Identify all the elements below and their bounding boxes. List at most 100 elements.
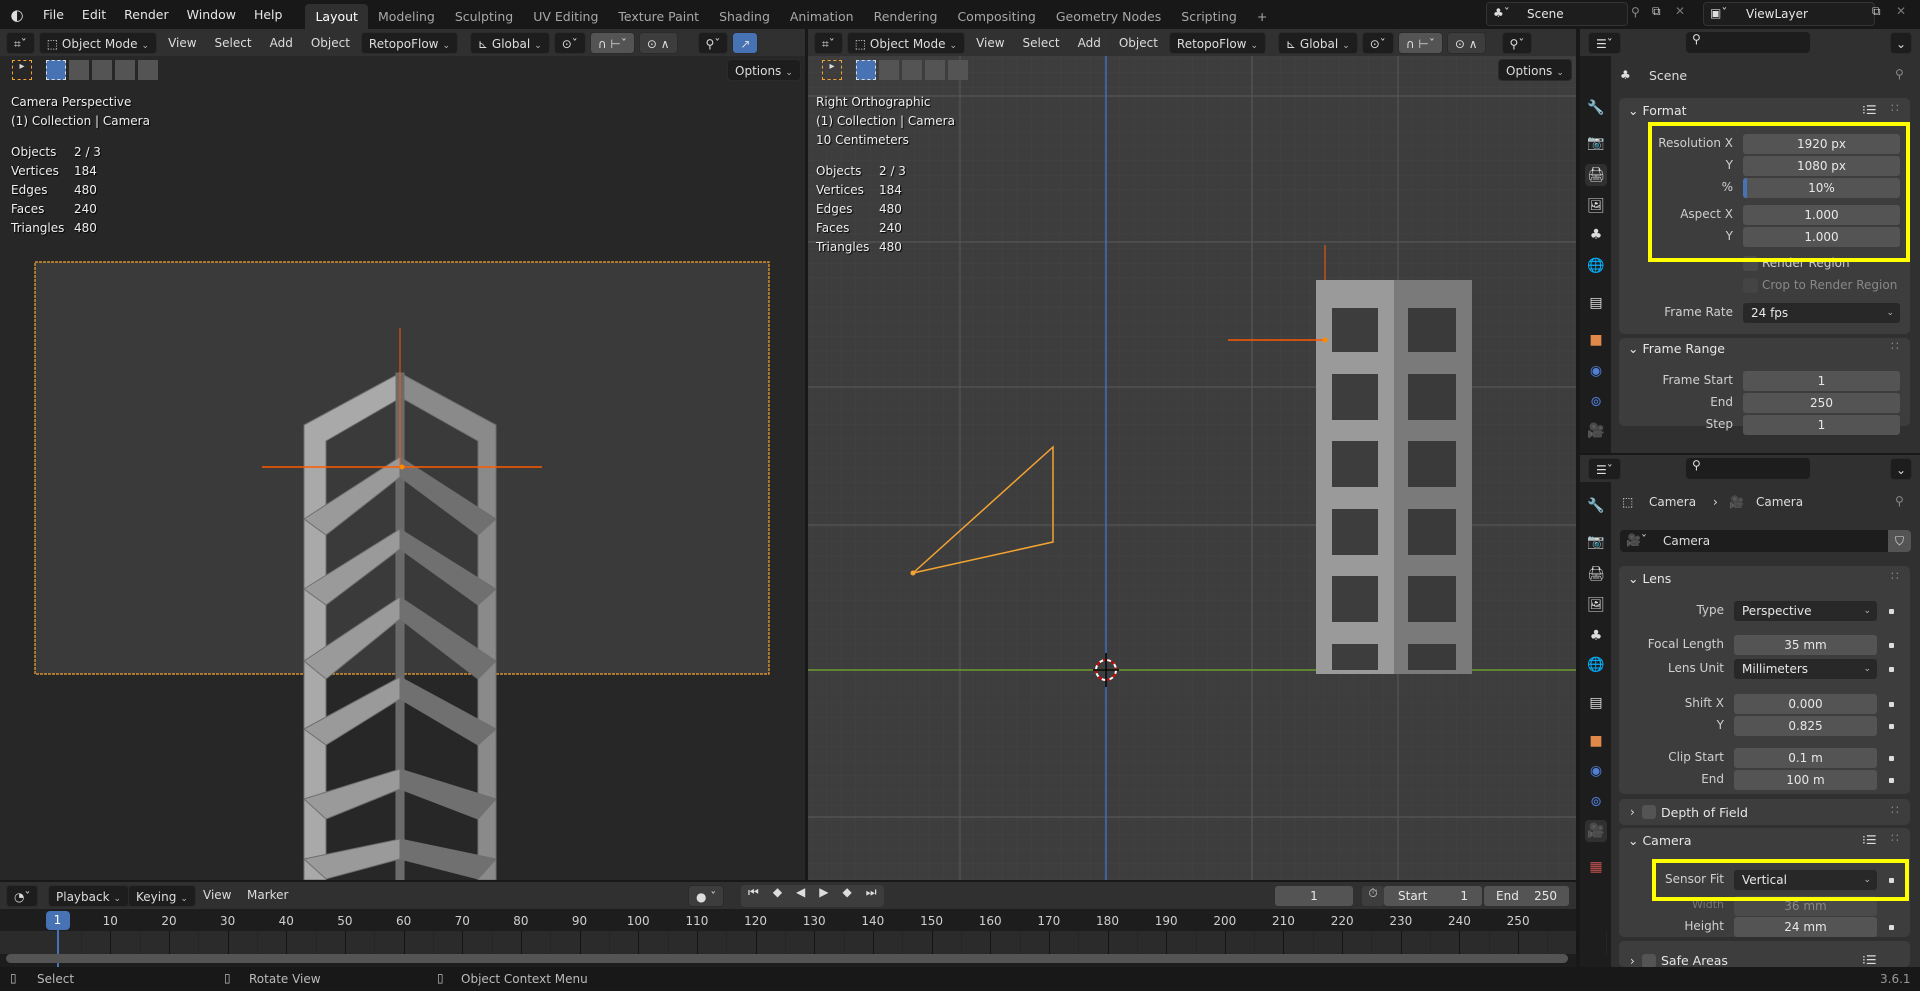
keying-menu[interactable]: Keying ⌄ (128, 885, 196, 907)
menu-view[interactable]: View (969, 36, 1011, 50)
menu-marker[interactable]: Marker (240, 888, 295, 902)
tab-uv-editing[interactable]: UV Editing (523, 4, 608, 29)
presets-icon[interactable]: ⁝☰ (1862, 833, 1877, 847)
add-workspace-button[interactable]: + (1247, 4, 1277, 29)
delete-scene-icon[interactable]: ✕ (1675, 4, 1685, 18)
frame-rate-dropdown[interactable]: 24 fps ⌄ (1743, 303, 1900, 323)
next-keyframe-icon[interactable]: ◆ (836, 885, 859, 907)
menu-add[interactable]: Add (1071, 36, 1108, 50)
tab-geometry-nodes[interactable]: Geometry Nodes (1046, 4, 1171, 29)
drag-handle-icon[interactable]: ∷ (1891, 101, 1899, 115)
select-mode-intersect-icon[interactable] (948, 60, 968, 80)
properties-search-input[interactable]: ⚲ (1686, 32, 1810, 53)
drag-handle-icon[interactable]: ∷ (1891, 803, 1899, 817)
delete-view-layer-icon[interactable]: ✕ (1896, 4, 1906, 18)
scene-tab-icon[interactable]: ♣ (1585, 625, 1607, 647)
new-view-layer-icon[interactable]: ⧉ (1872, 4, 1881, 19)
select-mode-invert-icon[interactable] (925, 60, 945, 80)
presets-icon[interactable]: ⁝☰ (1862, 953, 1877, 967)
keyframe-dot-icon[interactable] (1889, 724, 1894, 729)
mode-dropdown[interactable]: ⬚ Object Mode ⌄ (38, 31, 158, 54)
tab-animation[interactable]: Animation (780, 4, 864, 29)
snap-icon[interactable]: ∩ ⊢ˇ (1397, 31, 1443, 54)
clip-start-field[interactable]: 0.1 m (1734, 748, 1877, 768)
lens-unit-dropdown[interactable]: Millimeters ⌄ (1734, 659, 1877, 679)
keyframe-dot-icon[interactable] (1889, 609, 1894, 614)
frame-step-field[interactable]: 1 (1743, 415, 1900, 435)
menu-file[interactable]: File (34, 7, 73, 22)
orientation-dropdown[interactable]: ⊾ Global ⌄ (1278, 31, 1358, 54)
physics-tab-icon[interactable]: ◉ (1585, 760, 1607, 782)
camera-data-tab-icon[interactable]: 🎥 (1585, 820, 1607, 842)
editor-type-icon[interactable]: ⌗ˇ (6, 31, 35, 54)
end-frame-field[interactable]: End 250 (1484, 886, 1569, 906)
menu-view[interactable]: View (161, 36, 203, 50)
right-viewport[interactable]: Right Orthographic (1) Collection | Came… (808, 29, 1576, 880)
constraints-tab-icon[interactable]: ⊚ (1585, 391, 1607, 413)
expand-chevron-icon[interactable]: › (1630, 805, 1635, 819)
format-panel-header[interactable]: ⌄ Format (1628, 103, 1687, 118)
options-dropdown[interactable]: Options ⌄ (1498, 59, 1572, 81)
menu-window[interactable]: Window (178, 7, 245, 22)
keyframe-dot-icon[interactable] (1889, 778, 1894, 783)
collection-tab-icon[interactable]: ▤ (1585, 292, 1607, 314)
select-mode-subtract-icon[interactable] (92, 60, 112, 80)
properties-search-input[interactable]: ⚲ (1686, 458, 1810, 479)
menu-render[interactable]: Render (115, 7, 178, 22)
new-scene-icon[interactable]: ⧉ (1652, 4, 1661, 19)
preview-range-stopwatch-icon[interactable]: ⏱ (1362, 886, 1384, 906)
tool-select-icon[interactable]: ▸ (822, 60, 842, 80)
blender-logo-icon[interactable]: ◐ (0, 6, 34, 24)
jump-start-icon[interactable]: ⏮ (741, 885, 766, 907)
select-mode-invert-icon[interactable] (115, 60, 135, 80)
options-dropdown[interactable]: Options ⌄ (727, 59, 801, 81)
render-tab-icon[interactable]: 📷 (1585, 531, 1607, 553)
select-mode-extend-icon[interactable] (879, 60, 899, 80)
expand-chevron-icon[interactable]: › (1630, 954, 1635, 968)
texture-tab-icon[interactable]: ▦ (1585, 856, 1607, 878)
frame-range-panel-header[interactable]: ⌄ Frame Range (1628, 341, 1725, 356)
tool-tab-icon[interactable]: 🔧 (1585, 97, 1607, 119)
scene-tab-icon[interactable]: ♣ (1585, 224, 1607, 246)
select-mode-subtract-icon[interactable] (902, 60, 922, 80)
menu-select[interactable]: Select (1016, 36, 1067, 50)
select-mode-extend-icon[interactable] (69, 60, 89, 80)
editor-type-icon[interactable]: ☰ˇ (1588, 32, 1621, 54)
sensor-height-field[interactable]: 24 mm (1734, 917, 1877, 937)
orientation-dropdown[interactable]: ⊾ Global ⌄ (470, 31, 550, 54)
editor-type-icon[interactable]: ⌗ˇ (814, 31, 843, 54)
prev-keyframe-icon[interactable]: ◆ (766, 885, 789, 907)
safe-areas-checkbox[interactable] (1642, 954, 1656, 968)
playback-menu[interactable]: Playback ⌄ (48, 885, 130, 907)
tool-select-icon[interactable]: ▸ (12, 60, 32, 80)
constraints-tab-icon[interactable]: ⊚ (1585, 791, 1607, 813)
pin-icon[interactable]: ⚲ (1895, 494, 1904, 508)
tab-compositing[interactable]: Compositing (947, 4, 1045, 29)
editor-type-icon[interactable]: ☰ˇ (1588, 458, 1621, 480)
keyframe-dot-icon[interactable] (1889, 702, 1894, 707)
view-layer-tab-icon[interactable]: 🖼 (1585, 195, 1607, 217)
frame-end-field[interactable]: 250 (1743, 393, 1900, 413)
shift-y-field[interactable]: 0.825 (1734, 716, 1877, 736)
physics-tab-icon[interactable]: ◉ (1585, 360, 1607, 382)
drag-handle-icon[interactable]: ∷ (1891, 569, 1899, 583)
proportional-edit-icon[interactable]: ⊙ ∧ (1446, 31, 1486, 54)
left-viewport[interactable]: Camera Perspective (1) Collection | Came… (0, 29, 805, 880)
snap-icon[interactable]: ∩ ⊢ˇ (589, 31, 635, 54)
editor-type-icon[interactable]: ◔ˇ (6, 885, 39, 907)
safe-areas-panel-header[interactable]: Safe Areas (1661, 953, 1728, 968)
output-tab-icon[interactable]: 🖨 (1585, 164, 1607, 186)
select-mode-new-icon[interactable] (856, 60, 876, 80)
mode-dropdown[interactable]: ⬚ Object Mode ⌄ (846, 31, 966, 54)
pivot-icon[interactable]: ⊙ˇ (553, 31, 586, 54)
pin-icon[interactable]: ⚲ (1631, 5, 1640, 19)
keyframe-dot-icon[interactable] (1889, 756, 1894, 761)
camera-datablock-selector[interactable]: 🎥ˇ Camera ⛉ (1620, 530, 1911, 552)
scene-selector[interactable]: ♣ˇ Scene ⚲ (1486, 2, 1640, 26)
camera-panel-header[interactable]: ⌄ Camera (1628, 833, 1692, 848)
keyframe-dot-icon[interactable] (1889, 667, 1894, 672)
menu-select[interactable]: Select (208, 36, 259, 50)
visibility-icon[interactable]: ⚲ˇ (697, 31, 729, 54)
object-tab-icon[interactable]: ■ (1585, 730, 1607, 752)
tool-tab-icon[interactable]: 🔧 (1585, 495, 1607, 517)
